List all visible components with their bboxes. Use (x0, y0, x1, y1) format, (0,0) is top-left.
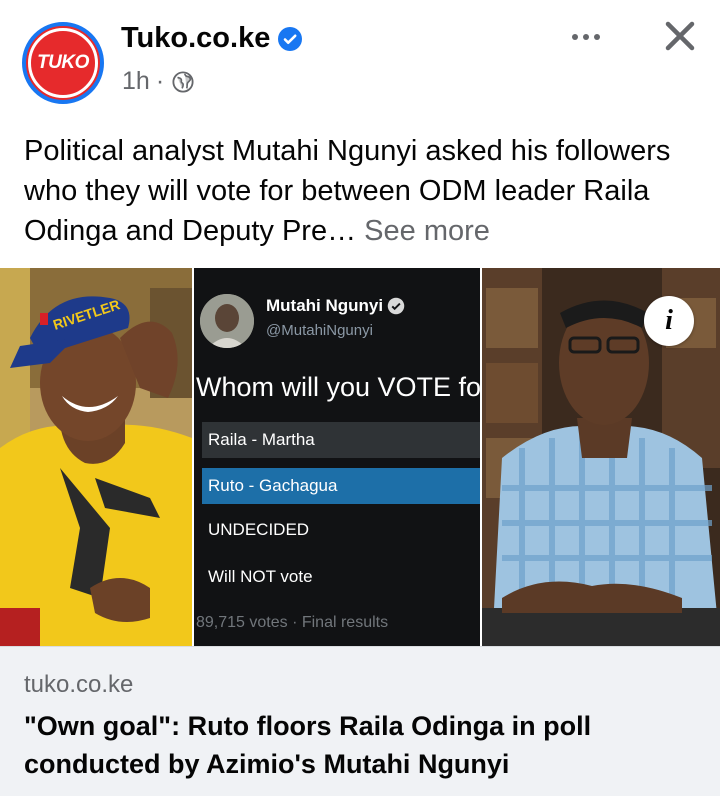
tweet-question: Whom will you VOTE fo (196, 372, 480, 402)
post-meta: 1h · (122, 67, 194, 96)
verified-badge-icon (278, 26, 303, 51)
poll-option-winner: Ruto - Gachagua (202, 468, 480, 504)
link-domain: tuko.co.ke (24, 671, 134, 698)
post-image[interactable]: RIVETLER Mutahi Ngunyi @MutahiNgunyi Who… (0, 268, 720, 646)
poll-footer: 89,715 votes · Final results (196, 614, 389, 631)
image-panel-tweet: Mutahi Ngunyi @MutahiNgunyi Whom will yo… (194, 268, 480, 646)
poll-option: Raila - Martha (202, 422, 480, 458)
post-timestamp[interactable]: 1h (122, 67, 150, 96)
post-header: TUKO Tuko.co.ke 1h · (0, 0, 720, 120)
page-avatar[interactable]: TUKO (22, 22, 104, 104)
tweet-avatar (200, 294, 254, 348)
info-icon[interactable]: i (644, 296, 694, 346)
poll-option: Will NOT vote (208, 567, 313, 586)
see-more-link[interactable]: See more (364, 215, 490, 247)
caption-text: Political analyst Mutahi Ngunyi asked hi… (24, 135, 671, 247)
more-dot (583, 34, 589, 40)
poll-option: UNDECIDED (208, 520, 310, 539)
tweet-verified-icon (387, 297, 405, 315)
tweet-author-name: Mutahi Ngunyi (266, 296, 405, 316)
more-options-icon[interactable] (566, 22, 606, 52)
avatar-ring: TUKO (28, 28, 98, 98)
more-dot (594, 34, 600, 40)
link-preview[interactable]: tuko.co.ke "Own goal": Ruto floors Raila… (0, 646, 720, 796)
person-yellow-shirt-illustration: RIVETLER (0, 268, 192, 646)
more-dot (572, 34, 578, 40)
image-panel-right: i (482, 268, 720, 646)
tweet-handle: @MutahiNgunyi (266, 322, 373, 339)
globe-icon (172, 70, 194, 93)
post-caption: Political analyst Mutahi Ngunyi asked hi… (24, 131, 704, 251)
page-name-row: Tuko.co.ke (121, 22, 303, 55)
close-icon[interactable] (660, 16, 700, 56)
info-glyph: i (665, 305, 673, 336)
page-name[interactable]: Tuko.co.ke (121, 22, 270, 55)
image-panel-left: RIVETLER (0, 268, 192, 646)
link-title: "Own goal": Ruto floors Raila Odinga in … (24, 711, 592, 779)
meta-separator: · (155, 67, 165, 95)
tweet-author-name-text: Mutahi Ngunyi (266, 296, 384, 315)
avatar-logo-text: TUKO (37, 52, 89, 73)
